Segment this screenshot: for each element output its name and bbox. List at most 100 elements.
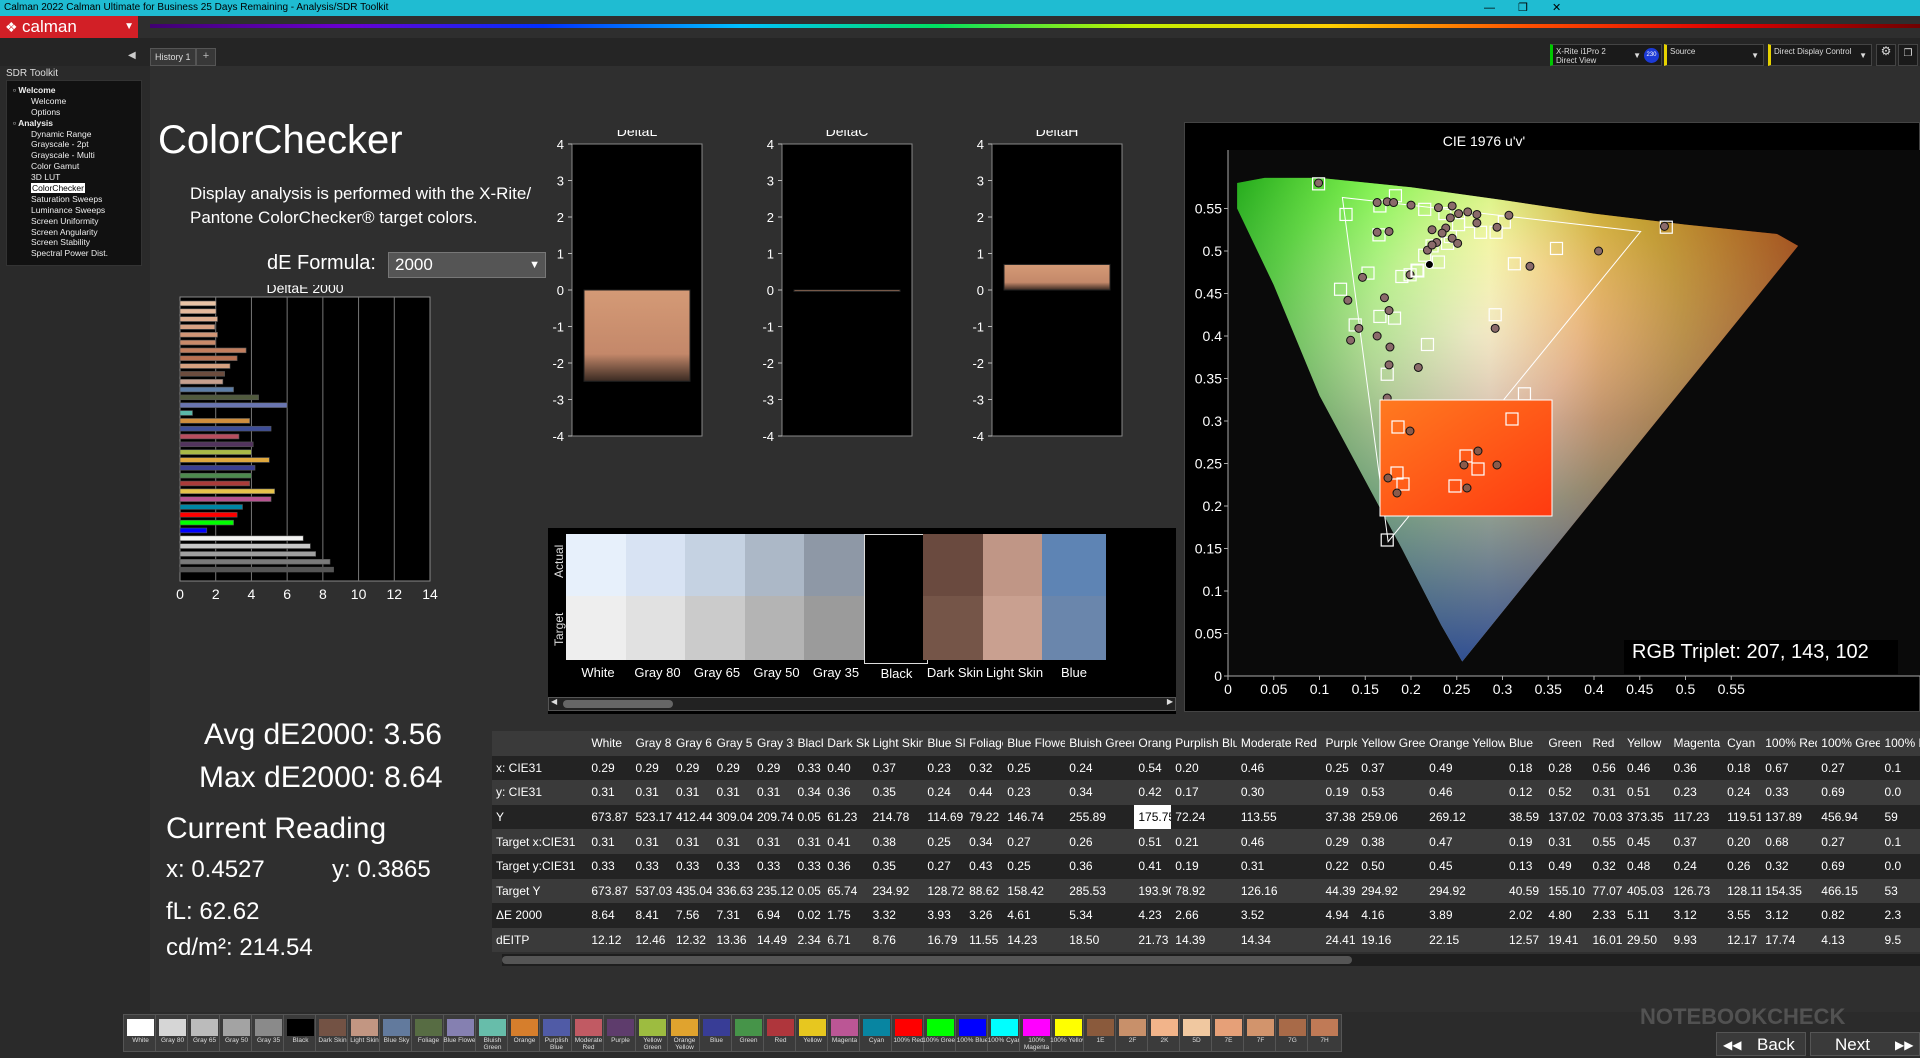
swatch-blue[interactable]: Blue xyxy=(699,1014,734,1052)
table-cell[interactable]: 0.23 xyxy=(1003,780,1065,805)
table-cell[interactable]: 9.93 xyxy=(1669,928,1723,953)
sidebar-item-welcome[interactable]: Welcome xyxy=(7,96,141,107)
table-column-header[interactable]: Purplish Blue xyxy=(1171,731,1237,756)
sidebar-item-saturation-sweeps[interactable]: Saturation Sweeps xyxy=(7,194,141,205)
swatch-dark-skin[interactable]: Dark Skin xyxy=(315,1014,350,1052)
table-column-header[interactable]: Gray 65 xyxy=(672,731,713,756)
table-cell[interactable]: 19.41 xyxy=(1544,928,1588,953)
table-cell[interactable]: 3.12 xyxy=(1761,903,1817,928)
scrollbar-thumb[interactable] xyxy=(502,956,1352,964)
swatch-purplish-blue[interactable]: Purplish Blue xyxy=(539,1014,574,1052)
table-column-header[interactable]: Foliage xyxy=(965,731,1003,756)
table-cell[interactable]: 0.36 xyxy=(823,780,868,805)
table-cell[interactable]: 0.37 xyxy=(1669,829,1723,854)
table-cell[interactable]: 4.23 xyxy=(1134,903,1171,928)
table-cell[interactable]: 0.45 xyxy=(1425,854,1505,879)
table-cell[interactable]: 537.03 xyxy=(631,879,672,904)
table-cell[interactable]: 0.27 xyxy=(1003,829,1065,854)
table-cell[interactable]: 209.74 xyxy=(753,805,794,830)
table-cell[interactable]: 0.31 xyxy=(712,829,753,854)
sidebar-item-color-gamut[interactable]: Color Gamut xyxy=(7,161,141,172)
table-cell[interactable]: 0.18 xyxy=(1505,756,1544,781)
patch-black[interactable]: Black xyxy=(863,534,928,681)
swatch-2k[interactable]: 2K xyxy=(1147,1014,1182,1052)
table-cell[interactable]: 523.17 xyxy=(631,805,672,830)
table-cell[interactable]: 0.33 xyxy=(753,854,794,879)
next-button[interactable]: Next ▶▶ xyxy=(1810,1032,1920,1056)
table-cell[interactable]: 0.33 xyxy=(587,854,631,879)
swatch-100-red[interactable]: 100% Red xyxy=(891,1014,926,1052)
swatch-magenta[interactable]: Magenta xyxy=(827,1014,862,1052)
table-cell[interactable]: 8.41 xyxy=(631,903,672,928)
sidebar-item-screen-uniformity[interactable]: Screen Uniformity xyxy=(7,216,141,227)
table-cell[interactable]: 7.31 xyxy=(712,903,753,928)
table-cell[interactable]: 412.44 xyxy=(672,805,713,830)
table-cell[interactable]: 0.0 xyxy=(1880,780,1920,805)
table-cell[interactable]: 146.74 xyxy=(1003,805,1065,830)
table-cell[interactable]: 0.32 xyxy=(1761,854,1817,879)
table-cell[interactable]: 235.12 xyxy=(753,879,794,904)
table-cell[interactable]: 22.15 xyxy=(1425,928,1505,953)
sidebar-item-grayscale-2pt[interactable]: Grayscale - 2pt xyxy=(7,139,141,150)
table-cell[interactable]: 2.34 xyxy=(794,928,824,953)
table-cell[interactable]: 137.02 xyxy=(1544,805,1588,830)
table-cell[interactable]: 12.12 xyxy=(587,928,631,953)
scrollbar-thumb[interactable] xyxy=(563,700,673,708)
table-cell[interactable]: 0.1 xyxy=(1880,756,1920,781)
table-cell[interactable]: 0.27 xyxy=(1817,756,1880,781)
table-cell[interactable]: 0.29 xyxy=(587,756,631,781)
swatch-moderate-red[interactable]: Moderate Red xyxy=(571,1014,606,1052)
swatch-light-skin[interactable]: Light Skin xyxy=(347,1014,382,1052)
table-cell[interactable]: 113.55 xyxy=(1237,805,1322,830)
table-cell[interactable]: 0.31 xyxy=(753,829,794,854)
table-cell[interactable]: 0.27 xyxy=(923,854,965,879)
calman-logo[interactable]: ❖ calman ▼ xyxy=(0,16,138,38)
table-cell[interactable]: 214.78 xyxy=(869,805,924,830)
table-cell[interactable]: 0.27 xyxy=(1817,829,1880,854)
table-cell[interactable]: 0.45 xyxy=(1623,829,1669,854)
table-cell[interactable]: 0.31 xyxy=(1544,829,1588,854)
table-cell[interactable]: 0.50 xyxy=(1357,854,1425,879)
table-cell[interactable]: 0.31 xyxy=(1237,854,1322,879)
sidebar-item-spectral-power-dist-[interactable]: Spectral Power Dist. xyxy=(7,248,141,259)
swatch-gray-50[interactable]: Gray 50 xyxy=(219,1014,254,1052)
table-cell[interactable]: 0.29 xyxy=(712,756,753,781)
swatch-2f[interactable]: 2F xyxy=(1115,1014,1150,1052)
patch-light-skin[interactable]: Light Skin xyxy=(982,534,1047,680)
meter-selector[interactable]: X-Rite i1Pro 2 Direct View ▼ 230 xyxy=(1550,44,1662,66)
table-cell[interactable]: 4.13 xyxy=(1817,928,1880,953)
table-cell[interactable]: 0.18 xyxy=(1723,756,1761,781)
table-cell[interactable]: 3.12 xyxy=(1669,903,1723,928)
tab-history-1[interactable]: History 1 xyxy=(150,48,196,66)
table-cell[interactable]: 0.24 xyxy=(923,780,965,805)
table-cell[interactable]: 0.21 xyxy=(1171,829,1237,854)
table-column-header[interactable]: 100% Green xyxy=(1817,731,1880,756)
table-cell[interactable]: 0.24 xyxy=(1065,756,1134,781)
table-cell[interactable]: 0.31 xyxy=(672,780,713,805)
table-cell[interactable]: 0.02 xyxy=(794,903,824,928)
table-cell[interactable]: 0.41 xyxy=(1134,854,1171,879)
table-cell[interactable]: 0.31 xyxy=(587,780,631,805)
patch-blue[interactable]: Blue xyxy=(1042,534,1106,680)
table-cell[interactable]: 126.16 xyxy=(1237,879,1322,904)
table-cell[interactable]: 0.31 xyxy=(672,829,713,854)
table-cell[interactable]: 17.74 xyxy=(1761,928,1817,953)
table-cell[interactable]: 0.38 xyxy=(869,829,924,854)
table-cell[interactable]: 4.94 xyxy=(1321,903,1357,928)
table-cell[interactable]: 0.32 xyxy=(1588,854,1623,879)
table-cell[interactable]: 0.67 xyxy=(1761,756,1817,781)
table-cell[interactable]: 14.34 xyxy=(1237,928,1322,953)
table-cell[interactable]: 0.82 xyxy=(1817,903,1880,928)
table-cell[interactable]: 3.52 xyxy=(1237,903,1322,928)
table-cell[interactable]: 0.34 xyxy=(965,829,1003,854)
table-cell[interactable]: 0.33 xyxy=(794,854,824,879)
table-cell[interactable]: 0.29 xyxy=(672,756,713,781)
table-column-header[interactable]: Cyan xyxy=(1723,731,1761,756)
table-cell[interactable]: 0.25 xyxy=(1321,756,1357,781)
table-cell[interactable]: 4.16 xyxy=(1357,903,1425,928)
table-cell[interactable]: 155.10 xyxy=(1544,879,1588,904)
sidebar-item-grayscale-multi[interactable]: Grayscale - Multi xyxy=(7,150,141,161)
table-cell[interactable]: 0.05 xyxy=(794,805,824,830)
table-cell[interactable]: 0.54 xyxy=(1134,756,1171,781)
table-cell[interactable]: 234.92 xyxy=(869,879,924,904)
